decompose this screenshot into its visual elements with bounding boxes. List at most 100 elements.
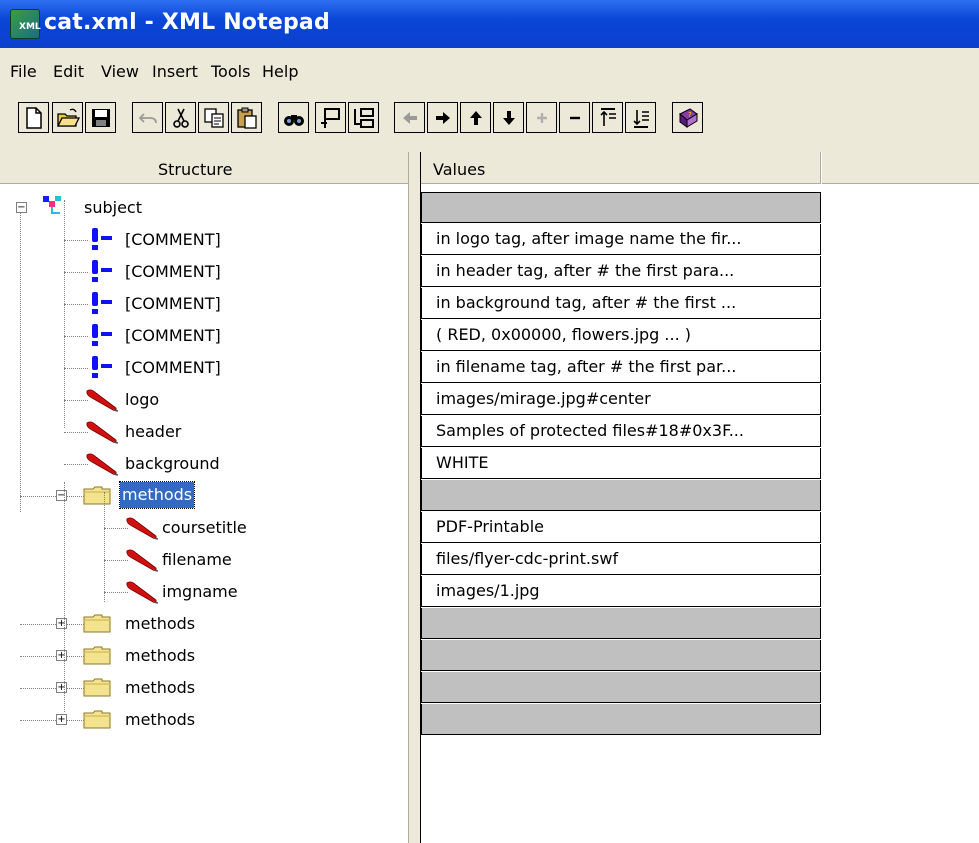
- tree-node-label: methods: [125, 710, 196, 729]
- menu-file[interactable]: File: [10, 62, 37, 81]
- value-cell[interactable]: [421, 672, 821, 703]
- value-cell[interactable]: in logo tag, after image name the fir...: [421, 224, 821, 255]
- save-button[interactable]: [85, 102, 116, 133]
- value-cell-text: Samples of protected files#18#0x3F...: [436, 421, 744, 440]
- value-cell-text: images/1.jpg: [436, 581, 540, 600]
- value-cell[interactable]: images/1.jpg: [421, 576, 821, 607]
- nudge-left-button[interactable]: [394, 102, 425, 133]
- collapse-all-icon: [633, 110, 649, 128]
- save-icon: [92, 109, 110, 127]
- menu-help[interactable]: Help: [262, 62, 298, 81]
- tree-node[interactable]: header: [0, 416, 408, 447]
- tree-node[interactable]: imgname: [0, 576, 408, 607]
- value-cell[interactable]: WHITE: [421, 448, 821, 479]
- tree-node[interactable]: coursetitle: [0, 512, 408, 543]
- collapse-button[interactable]: [559, 102, 590, 133]
- help-button[interactable]: ?: [672, 102, 703, 133]
- value-cell[interactable]: [421, 608, 821, 639]
- values-pane[interactable]: Values in logo tag, after image name the…: [420, 152, 979, 843]
- collapse-toggle-icon[interactable]: −: [16, 202, 27, 213]
- svg-text:?: ?: [688, 111, 692, 119]
- tree-node[interactable]: + methods: [0, 640, 408, 671]
- expand-all-icon: [600, 108, 616, 126]
- new-button[interactable]: [18, 102, 49, 133]
- find-icon: [284, 115, 304, 126]
- tree-node[interactable]: − methods: [0, 480, 408, 511]
- values-column-header[interactable]: Values: [421, 152, 821, 184]
- value-cell[interactable]: [421, 640, 821, 671]
- menu-bar: File Edit View Insert Tools Help: [0, 48, 979, 92]
- menu-view[interactable]: View: [101, 62, 139, 81]
- value-cell[interactable]: in filename tag, after # the first par..…: [421, 352, 821, 383]
- value-cell-text: in filename tag, after # the first par..…: [436, 357, 737, 376]
- tree-node-label: filename: [162, 550, 232, 569]
- tree-node-label: methods: [125, 614, 196, 633]
- expand-toggle-icon[interactable]: +: [56, 618, 67, 629]
- value-cell-text: WHITE: [436, 453, 489, 472]
- xml-notepad-app-icon[interactable]: XML: [10, 9, 41, 39]
- expand-toggle-icon[interactable]: +: [56, 714, 67, 725]
- menu-insert[interactable]: Insert: [152, 62, 198, 81]
- nudge-right-button[interactable]: [427, 102, 458, 133]
- copy-button[interactable]: [198, 102, 229, 133]
- change-to-icon: [354, 108, 374, 128]
- value-cell-text: in header tag, after # the first para...: [436, 261, 735, 280]
- collapse-icon: [570, 116, 580, 120]
- undo-button[interactable]: [132, 102, 163, 133]
- nudge-left-icon: [403, 112, 417, 124]
- value-cell[interactable]: [421, 704, 821, 735]
- expand-icon: [537, 113, 547, 123]
- tree-connector: [20, 720, 86, 721]
- tree-node[interactable]: [COMMENT]: [0, 320, 408, 351]
- nudge-up-icon: [470, 111, 482, 125]
- value-cell[interactable]: ( RED, 0x00000, flowers.jpg ... ): [421, 320, 821, 351]
- find-button[interactable]: [278, 102, 309, 133]
- structure-column-header[interactable]: Structure: [0, 152, 408, 184]
- collapse-toggle-icon[interactable]: −: [56, 490, 67, 501]
- value-cell[interactable]: Samples of protected files#18#0x3F...: [421, 416, 821, 447]
- tree-node[interactable]: logo: [0, 384, 408, 415]
- tree-node[interactable]: + methods: [0, 608, 408, 639]
- value-cell[interactable]: in background tag, after # the first ...: [421, 288, 821, 319]
- tree-node[interactable]: [COMMENT]: [0, 224, 408, 255]
- value-cell[interactable]: [421, 480, 821, 511]
- collapse-all-button[interactable]: [625, 102, 656, 133]
- tree-connector: [20, 688, 86, 689]
- value-cell[interactable]: PDF-Printable: [421, 512, 821, 543]
- tree-node[interactable]: + methods: [0, 704, 408, 735]
- values-header-empty: [822, 152, 979, 184]
- expand-all-button[interactable]: [592, 102, 623, 133]
- value-cell[interactable]: images/mirage.jpg#center: [421, 384, 821, 415]
- expand-toggle-icon[interactable]: +: [56, 650, 67, 661]
- structure-pane[interactable]: Structure − subject [COMMENT] [COMMENT] [COM…: [0, 152, 408, 843]
- menu-edit[interactable]: Edit: [53, 62, 84, 81]
- value-cell[interactable]: files/flyer-cdc-print.swf: [421, 544, 821, 575]
- tree-node-label: methods: [125, 678, 196, 697]
- tree-node-label: header: [125, 422, 182, 441]
- paste-button[interactable]: [231, 102, 262, 133]
- value-cell-text: in background tag, after # the first ...: [436, 293, 737, 312]
- insert-element-button[interactable]: [315, 102, 346, 133]
- nudge-down-button[interactable]: [493, 102, 524, 133]
- expand-button[interactable]: [526, 102, 557, 133]
- tree-node[interactable]: − subject: [0, 192, 408, 223]
- tree-node[interactable]: background: [0, 448, 408, 479]
- cut-button[interactable]: [165, 102, 196, 133]
- value-cell[interactable]: in header tag, after # the first para...: [421, 256, 821, 287]
- new-icon: [26, 107, 42, 129]
- tree-node[interactable]: filename: [0, 544, 408, 575]
- tree-node-label: logo: [125, 390, 160, 409]
- tree-node[interactable]: [COMMENT]: [0, 288, 408, 319]
- tree-connector-vertical: [104, 492, 105, 602]
- value-cell[interactable]: [421, 192, 821, 223]
- open-button[interactable]: [52, 102, 83, 133]
- tree-connector: [20, 496, 86, 497]
- tree-node[interactable]: [COMMENT]: [0, 352, 408, 383]
- expand-toggle-icon[interactable]: +: [56, 682, 67, 693]
- nudge-up-button[interactable]: [460, 102, 491, 133]
- menu-tools[interactable]: Tools: [211, 62, 250, 81]
- cut-icon: [173, 108, 189, 128]
- tree-node[interactable]: + methods: [0, 672, 408, 703]
- tree-node[interactable]: [COMMENT]: [0, 256, 408, 287]
- change-to-button[interactable]: [348, 102, 379, 133]
